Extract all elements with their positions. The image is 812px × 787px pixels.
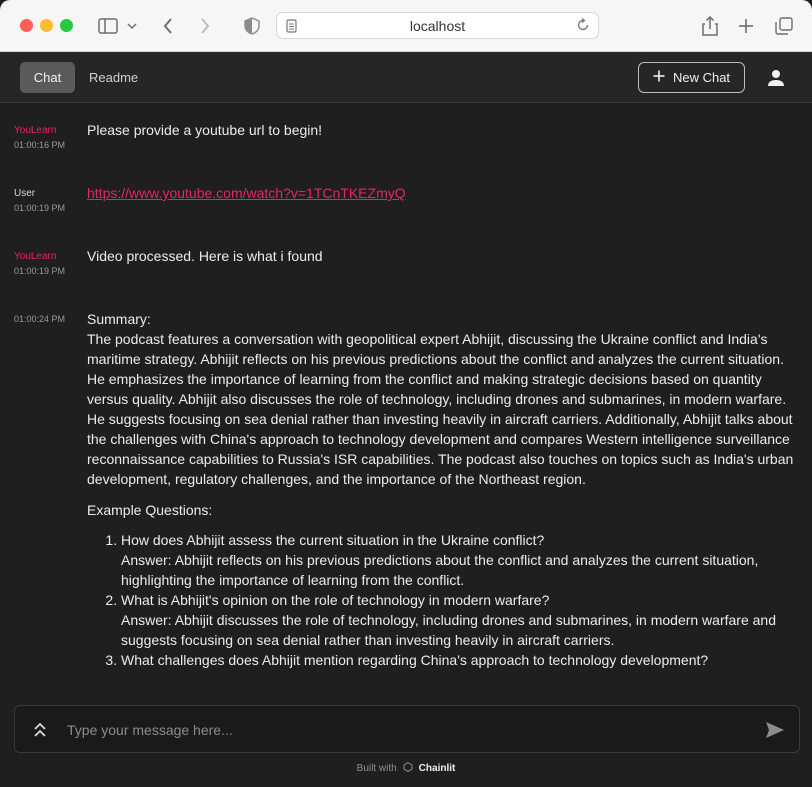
address-text: localhost <box>409 17 466 34</box>
message-author: YouLearn <box>14 251 57 262</box>
chevron-down-icon[interactable] <box>124 14 140 38</box>
question-item: How does Abhijit assess the current situ… <box>121 530 799 590</box>
summary-body: The podcast features a conversation with… <box>87 331 794 487</box>
forward-icon[interactable] <box>193 14 217 38</box>
summary-message: Summary: The podcast features a conversa… <box>87 309 799 670</box>
message-time: 01:00:19 PM <box>14 203 66 213</box>
footer-prefix: Built with <box>356 762 397 774</box>
footer: Built with Chainlit <box>0 760 812 776</box>
question-text: How does Abhijit assess the current situ… <box>121 532 545 548</box>
question-item: What challenges does Abhijit mention reg… <box>121 650 799 670</box>
message-time: 01:00:24 PM <box>14 314 66 324</box>
address-bar[interactable]: localhost <box>276 12 599 39</box>
message-text: Please provide a youtube url to begin! <box>87 122 323 138</box>
youtube-link[interactable]: https://www.youtube.com/watch?v=1TCnTKEZ… <box>87 185 406 201</box>
minimize-window-button[interactable] <box>40 19 53 32</box>
message-author: YouLearn <box>14 125 57 136</box>
message-time: 01:00:16 PM <box>14 140 66 150</box>
message-author: User <box>14 188 36 199</box>
questions-heading: Example Questions: <box>87 502 213 518</box>
message-list[interactable]: YouLearn 01:00:16 PM Please provide a yo… <box>0 104 812 689</box>
question-item: What is Abhijit's opinion on the role of… <box>121 590 799 650</box>
footer-brand[interactable]: Chainlit <box>419 763 456 774</box>
chevrons-up-icon[interactable] <box>29 719 51 741</box>
answer-text: Answer: Abhijit discusses the role of te… <box>121 612 776 648</box>
message-composer <box>14 705 800 753</box>
app-header: Chat Readme New Chat <box>0 52 812 103</box>
zoom-window-button[interactable] <box>60 19 73 32</box>
send-icon[interactable] <box>764 719 786 741</box>
browser-toolbar: localhost <box>0 0 812 52</box>
share-icon[interactable] <box>698 14 722 38</box>
user-avatar-icon[interactable] <box>764 66 788 90</box>
question-text: What is Abhijit's opinion on the role of… <box>121 592 550 608</box>
new-tab-icon[interactable] <box>734 14 758 38</box>
tab-readme[interactable]: Readme <box>75 62 152 93</box>
back-icon[interactable] <box>156 14 180 38</box>
tab-chat[interactable]: Chat <box>20 62 75 93</box>
answer-text: Answer: Abhijit reflects on his previous… <box>121 552 759 588</box>
question-text: What challenges does Abhijit mention reg… <box>121 652 709 668</box>
close-window-button[interactable] <box>20 19 33 32</box>
message-time: 01:00:19 PM <box>14 266 66 276</box>
tabs-icon[interactable] <box>772 14 796 38</box>
reload-icon[interactable] <box>576 17 590 37</box>
sidebar-icon[interactable] <box>96 14 120 38</box>
shield-icon[interactable] <box>240 14 264 38</box>
page-icon <box>286 19 297 38</box>
questions-list: How does Abhijit assess the current situ… <box>87 530 799 670</box>
plus-icon <box>653 70 665 85</box>
new-chat-label: New Chat <box>672 70 731 85</box>
message-text: Video processed. Here is what i found <box>87 248 323 264</box>
message-input[interactable] <box>67 719 747 741</box>
chainlit-logo-icon <box>403 761 413 775</box>
new-chat-button[interactable]: New Chat <box>638 62 745 93</box>
summary-heading: Summary: <box>87 311 151 327</box>
